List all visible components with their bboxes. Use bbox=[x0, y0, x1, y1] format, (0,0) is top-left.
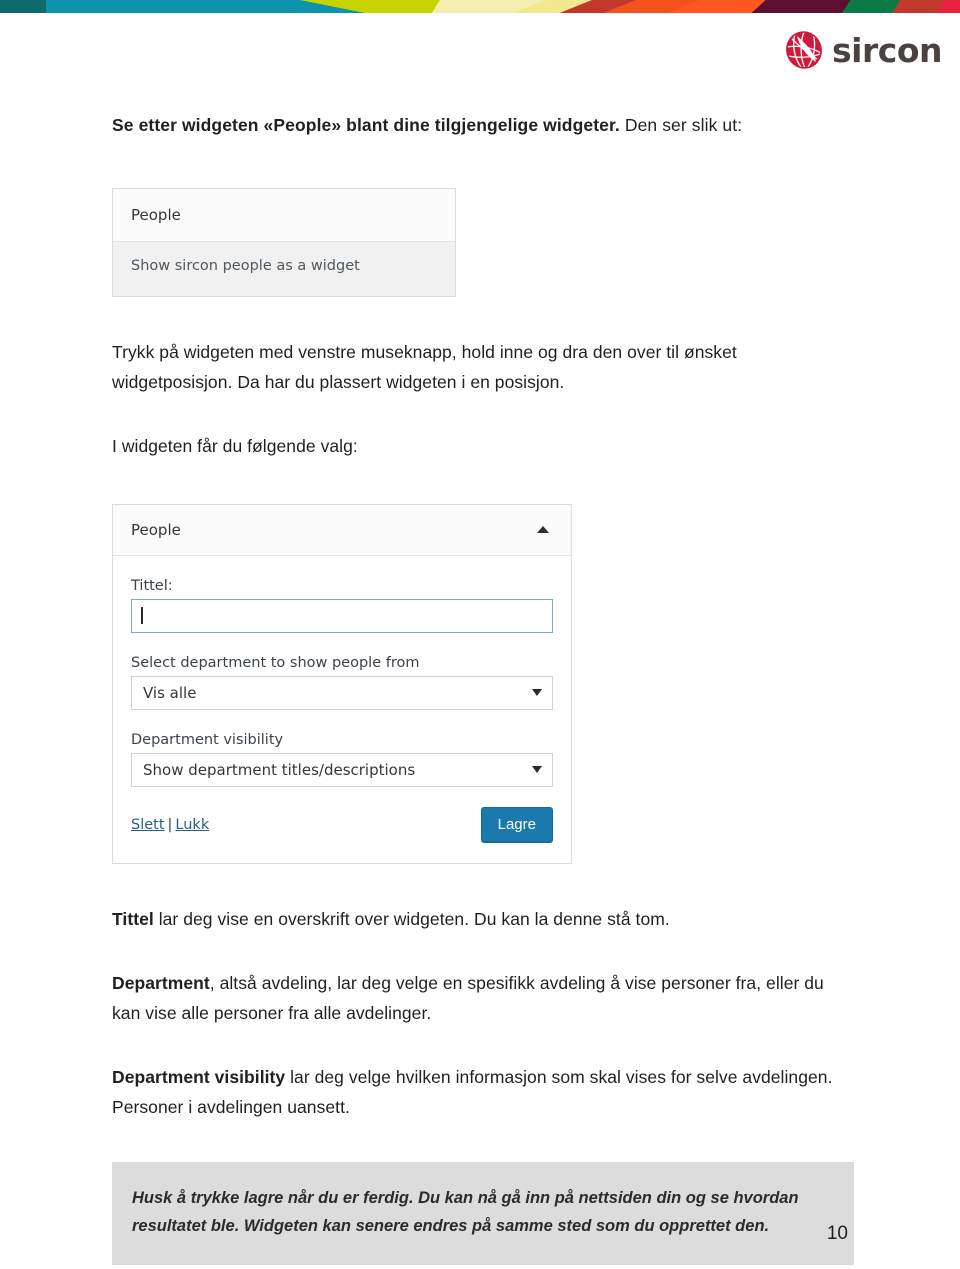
paragraph-department: Department, altså avdeling, lar deg velg… bbox=[112, 968, 854, 1028]
visibility-select[interactable]: Show department titles/descriptions bbox=[131, 752, 553, 787]
page-title-bold: Se etter widgeten «People» blant dine ti… bbox=[112, 115, 620, 135]
paragraph-drag-instructions: Trykk på widgeten med venstre museknapp,… bbox=[112, 342, 737, 393]
tittel-input[interactable] bbox=[131, 598, 553, 633]
department-label: Select department to show people from bbox=[131, 654, 420, 671]
visibility-select-value: Show department titles/descriptions bbox=[143, 760, 416, 779]
widget-settings-screenshot: People Tittel: Select department to show… bbox=[112, 503, 572, 864]
caret-up-icon[interactable] bbox=[537, 526, 549, 534]
paragraph-tittel-rest: lar deg vise en overskrift over widgeten… bbox=[153, 908, 670, 929]
widget-settings-title: People bbox=[131, 520, 181, 539]
tip-callout-line-1: Husk å trykke lagre når du er ferdig. Du… bbox=[132, 1189, 799, 1207]
paragraph-tittel-bold: Tittel bbox=[112, 908, 154, 929]
document-page: sircon Se etter widgeten «People» blant … bbox=[0, 0, 960, 1269]
tip-callout: Husk å trykke lagre når du er ferdig. Du… bbox=[112, 1162, 854, 1265]
widget-card-description: Show sircon people as a widget bbox=[113, 242, 455, 297]
paragraph-department-bold: Department bbox=[112, 972, 210, 993]
logo-wordmark: sircon bbox=[832, 30, 942, 70]
page-title: Se etter widgeten «People» blant dine ti… bbox=[112, 112, 854, 138]
close-link[interactable]: Lukk bbox=[175, 817, 209, 833]
page-number: 10 bbox=[826, 1223, 848, 1244]
paragraph-visibility-bold: Department visibility bbox=[112, 1066, 286, 1087]
chevron-down-icon[interactable] bbox=[532, 689, 542, 697]
document-content: Se etter widgeten «People» blant dine ti… bbox=[112, 112, 854, 1265]
widget-action-links: Slett | Lukk bbox=[131, 817, 209, 833]
save-button[interactable]: Lagre bbox=[480, 806, 553, 843]
delete-link[interactable]: Slett bbox=[131, 817, 165, 833]
widget-card-title: People bbox=[113, 189, 455, 243]
department-select-value: Vis alle bbox=[143, 683, 197, 702]
widget-settings-footer: Slett | Lukk Lagre bbox=[131, 806, 553, 843]
brand-logo: sircon bbox=[784, 30, 942, 70]
tittel-label: Tittel: bbox=[131, 577, 173, 594]
widget-settings-body: Tittel: Select department to show people… bbox=[113, 556, 571, 863]
widget-settings-header[interactable]: People bbox=[113, 504, 571, 556]
text-cursor-icon bbox=[141, 607, 143, 625]
paragraph-tittel: Tittel lar deg vise en overskrift over w… bbox=[112, 904, 854, 934]
link-separator: | bbox=[167, 816, 173, 833]
page-title-normal: Den ser slik ut: bbox=[619, 115, 743, 135]
header-color-band bbox=[0, 0, 960, 16]
paragraph-department-rest: , altså avdeling, lar deg velge en spesi… bbox=[112, 972, 824, 1023]
sircon-globe-icon bbox=[786, 31, 822, 69]
widget-list-card-screenshot: People Show sircon people as a widget bbox=[112, 188, 456, 298]
chevron-down-icon[interactable] bbox=[532, 766, 542, 774]
paragraph-options-intro: I widgeten får du følgende valg: bbox=[112, 436, 358, 457]
tip-callout-line-2: resultatet ble. Widgeten kan senere endr… bbox=[132, 1217, 770, 1236]
paragraph-visibility: Department visibility lar deg velge hvil… bbox=[112, 1062, 854, 1122]
department-select[interactable]: Vis alle bbox=[131, 675, 553, 710]
visibility-label: Department visibility bbox=[131, 731, 284, 748]
